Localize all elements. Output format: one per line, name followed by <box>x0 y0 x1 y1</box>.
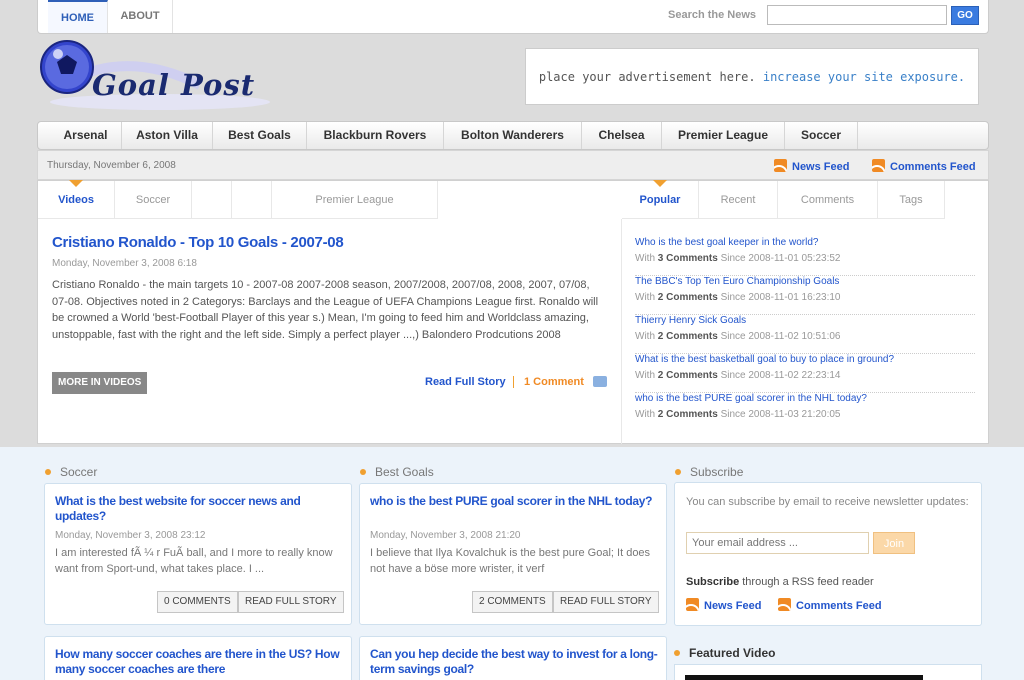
tab-tags[interactable]: Tags <box>878 181 945 219</box>
article-date: Monday, November 3, 2008 23:12 <box>55 530 206 541</box>
popular-item-meta: With 2 Comments Since 2008-11-02 10:51:0… <box>635 331 841 342</box>
video-title[interactable]: Cristiano Ronaldo - Top 10 Goals - 2007-… <box>52 234 344 251</box>
rss-icon <box>686 598 699 611</box>
news-feed-label: News Feed <box>792 161 850 173</box>
popular-item: who is the best PURE goal scorer in the … <box>635 393 975 432</box>
nav-item-blackburn-rovers[interactable]: Blackburn Rovers <box>307 122 444 149</box>
featured-video-box <box>674 664 982 680</box>
popular-item: Who is the best goal keeper in the world… <box>635 237 975 276</box>
tab-soccer[interactable]: Soccer <box>115 181 192 219</box>
popular-item-title[interactable]: What is the best basketball goal to buy … <box>635 354 894 365</box>
article-card: How many soccer coaches are there in the… <box>44 636 352 680</box>
comment-count-link[interactable]: 1 Comment <box>524 376 584 388</box>
rss-description: Subscribe through a RSS feed reader <box>686 576 874 588</box>
top-bar: HOME ABOUT Search the News GO <box>37 0 989 34</box>
nav-item-arsenal[interactable]: Arsenal <box>50 122 122 149</box>
article-title[interactable]: What is the best website for soccer news… <box>55 494 340 524</box>
tab-blank-1[interactable] <box>192 181 232 219</box>
current-date: Thursday, November 6, 2008 <box>47 160 176 171</box>
comment-bubble-icon <box>593 376 607 387</box>
search-go-button[interactable]: GO <box>951 6 979 25</box>
article-excerpt: I am interested fÃ ¼ r FuÃ ball, and I m… <box>55 547 333 575</box>
popular-item: Thierry Henry Sick Goals With 2 Comments… <box>635 315 975 354</box>
tab-comments[interactable]: Comments <box>778 181 878 219</box>
featured-panel: Videos Soccer Premier League Popular Rec… <box>37 180 989 444</box>
popular-item-meta: With 2 Comments Since 2008-11-03 21:20:0… <box>635 409 841 420</box>
tab-blank-2[interactable] <box>232 181 272 219</box>
subscribe-news-feed-link[interactable]: News Feed <box>686 598 761 612</box>
tab-home[interactable]: HOME <box>48 0 108 33</box>
tab-popular[interactable]: Popular <box>622 180 699 219</box>
article-excerpt: I believe that Ilya Kovalchuk is the bes… <box>370 547 651 575</box>
comments-feed-label: Comments Feed <box>890 161 976 173</box>
rss-icon <box>778 598 791 611</box>
video-player[interactable] <box>685 675 923 680</box>
more-in-videos-button[interactable]: MORE IN VIDEOS <box>52 372 148 394</box>
popular-item-meta: With 2 Comments Since 2008-11-01 16:23:1… <box>635 292 841 303</box>
subscribe-description: You can subscribe by email to receive ne… <box>686 496 969 508</box>
ad-text: place your advertisement here. <box>538 70 756 84</box>
nav-item-bolton-wanderers[interactable]: Bolton Wanderers <box>444 122 582 149</box>
tab-premier-league[interactable]: Premier League <box>272 181 438 219</box>
article-card: who is the best PURE goal scorer in the … <box>359 483 667 625</box>
read-full-story-button[interactable]: READ FULL STORY <box>238 591 344 613</box>
nav-item-aston-villa[interactable]: Aston Villa <box>122 122 213 149</box>
email-field[interactable] <box>686 532 869 554</box>
panel-divider <box>621 219 622 444</box>
news-feed-link[interactable]: News Feed <box>774 159 849 173</box>
article-date: Monday, November 3, 2008 21:20 <box>370 530 521 541</box>
nav-item-premier-league[interactable]: Premier League <box>662 122 785 149</box>
article-card: What is the best website for soccer news… <box>44 483 352 625</box>
subscribe-comments-feed-link[interactable]: Comments Feed <box>778 598 882 612</box>
article-title[interactable]: How many soccer coaches are there in the… <box>55 647 345 677</box>
section-heading-featured-video: Featured Video <box>674 646 775 660</box>
search-label: Search the News <box>668 9 757 21</box>
read-full-story-button[interactable]: READ FULL STORY <box>553 591 659 613</box>
tab-recent[interactable]: Recent <box>699 181 778 219</box>
popular-item-title[interactable]: Thierry Henry Sick Goals <box>635 315 746 326</box>
date-bar: Thursday, November 6, 2008 News Feed Com… <box>37 150 989 180</box>
popular-item-title[interactable]: who is the best PURE goal scorer in the … <box>635 393 867 404</box>
comments-feed-link[interactable]: Comments Feed <box>872 159 976 173</box>
tab-about[interactable]: ABOUT <box>108 0 173 33</box>
search-input[interactable] <box>767 5 947 25</box>
video-description: Cristiano Ronaldo - the main targets 10 … <box>52 279 599 341</box>
logo-text: Goal Post <box>92 68 256 102</box>
subscribe-box: You can subscribe by email to receive ne… <box>674 482 982 626</box>
rss-icon <box>774 159 787 172</box>
section-heading-soccer: Soccer <box>45 465 97 479</box>
popular-item: The BBC's Top Ten Euro Championship Goal… <box>635 276 975 315</box>
read-full-story-link[interactable]: Read Full Story <box>425 376 506 388</box>
join-button[interactable]: Join <box>873 532 915 554</box>
popular-item-title[interactable]: Who is the best goal keeper in the world… <box>635 237 818 248</box>
nav-item-soccer[interactable]: Soccer <box>785 122 858 149</box>
popular-item: What is the best basketball goal to buy … <box>635 354 975 393</box>
popular-item-meta: With 2 Comments Since 2008-11-02 22:23:1… <box>635 370 841 381</box>
popular-item-title[interactable]: The BBC's Top Ten Euro Championship Goal… <box>635 276 839 287</box>
rss-icon <box>872 159 885 172</box>
advertisement-banner[interactable]: place your advertisement here. increase … <box>525 48 979 105</box>
tab-videos[interactable]: Videos <box>38 180 115 219</box>
category-nav: Arsenal Aston Villa Best Goals Blackburn… <box>37 121 989 150</box>
comments-button[interactable]: 2 COMMENTS <box>472 591 553 613</box>
nav-item-best-goals[interactable]: Best Goals <box>213 122 307 149</box>
ad-highlight: increase your site exposure. <box>762 70 966 84</box>
article-title[interactable]: Can you hep decide the best way to inves… <box>370 647 660 677</box>
video-date: Monday, November 3, 2008 6:18 <box>52 258 197 269</box>
link-divider <box>513 376 514 388</box>
article-title[interactable]: who is the best PURE goal scorer in the … <box>370 494 655 509</box>
section-heading-best-goals: Best Goals <box>360 465 434 479</box>
comments-button[interactable]: 0 COMMENTS <box>157 591 238 613</box>
popular-item-meta: With 3 Comments Since 2008-11-01 05:23:5… <box>635 253 841 264</box>
article-card: Can you hep decide the best way to inves… <box>359 636 667 680</box>
site-logo[interactable]: Goal Post <box>40 40 275 115</box>
nav-item-chelsea[interactable]: Chelsea <box>582 122 662 149</box>
section-heading-subscribe: Subscribe <box>675 465 743 479</box>
